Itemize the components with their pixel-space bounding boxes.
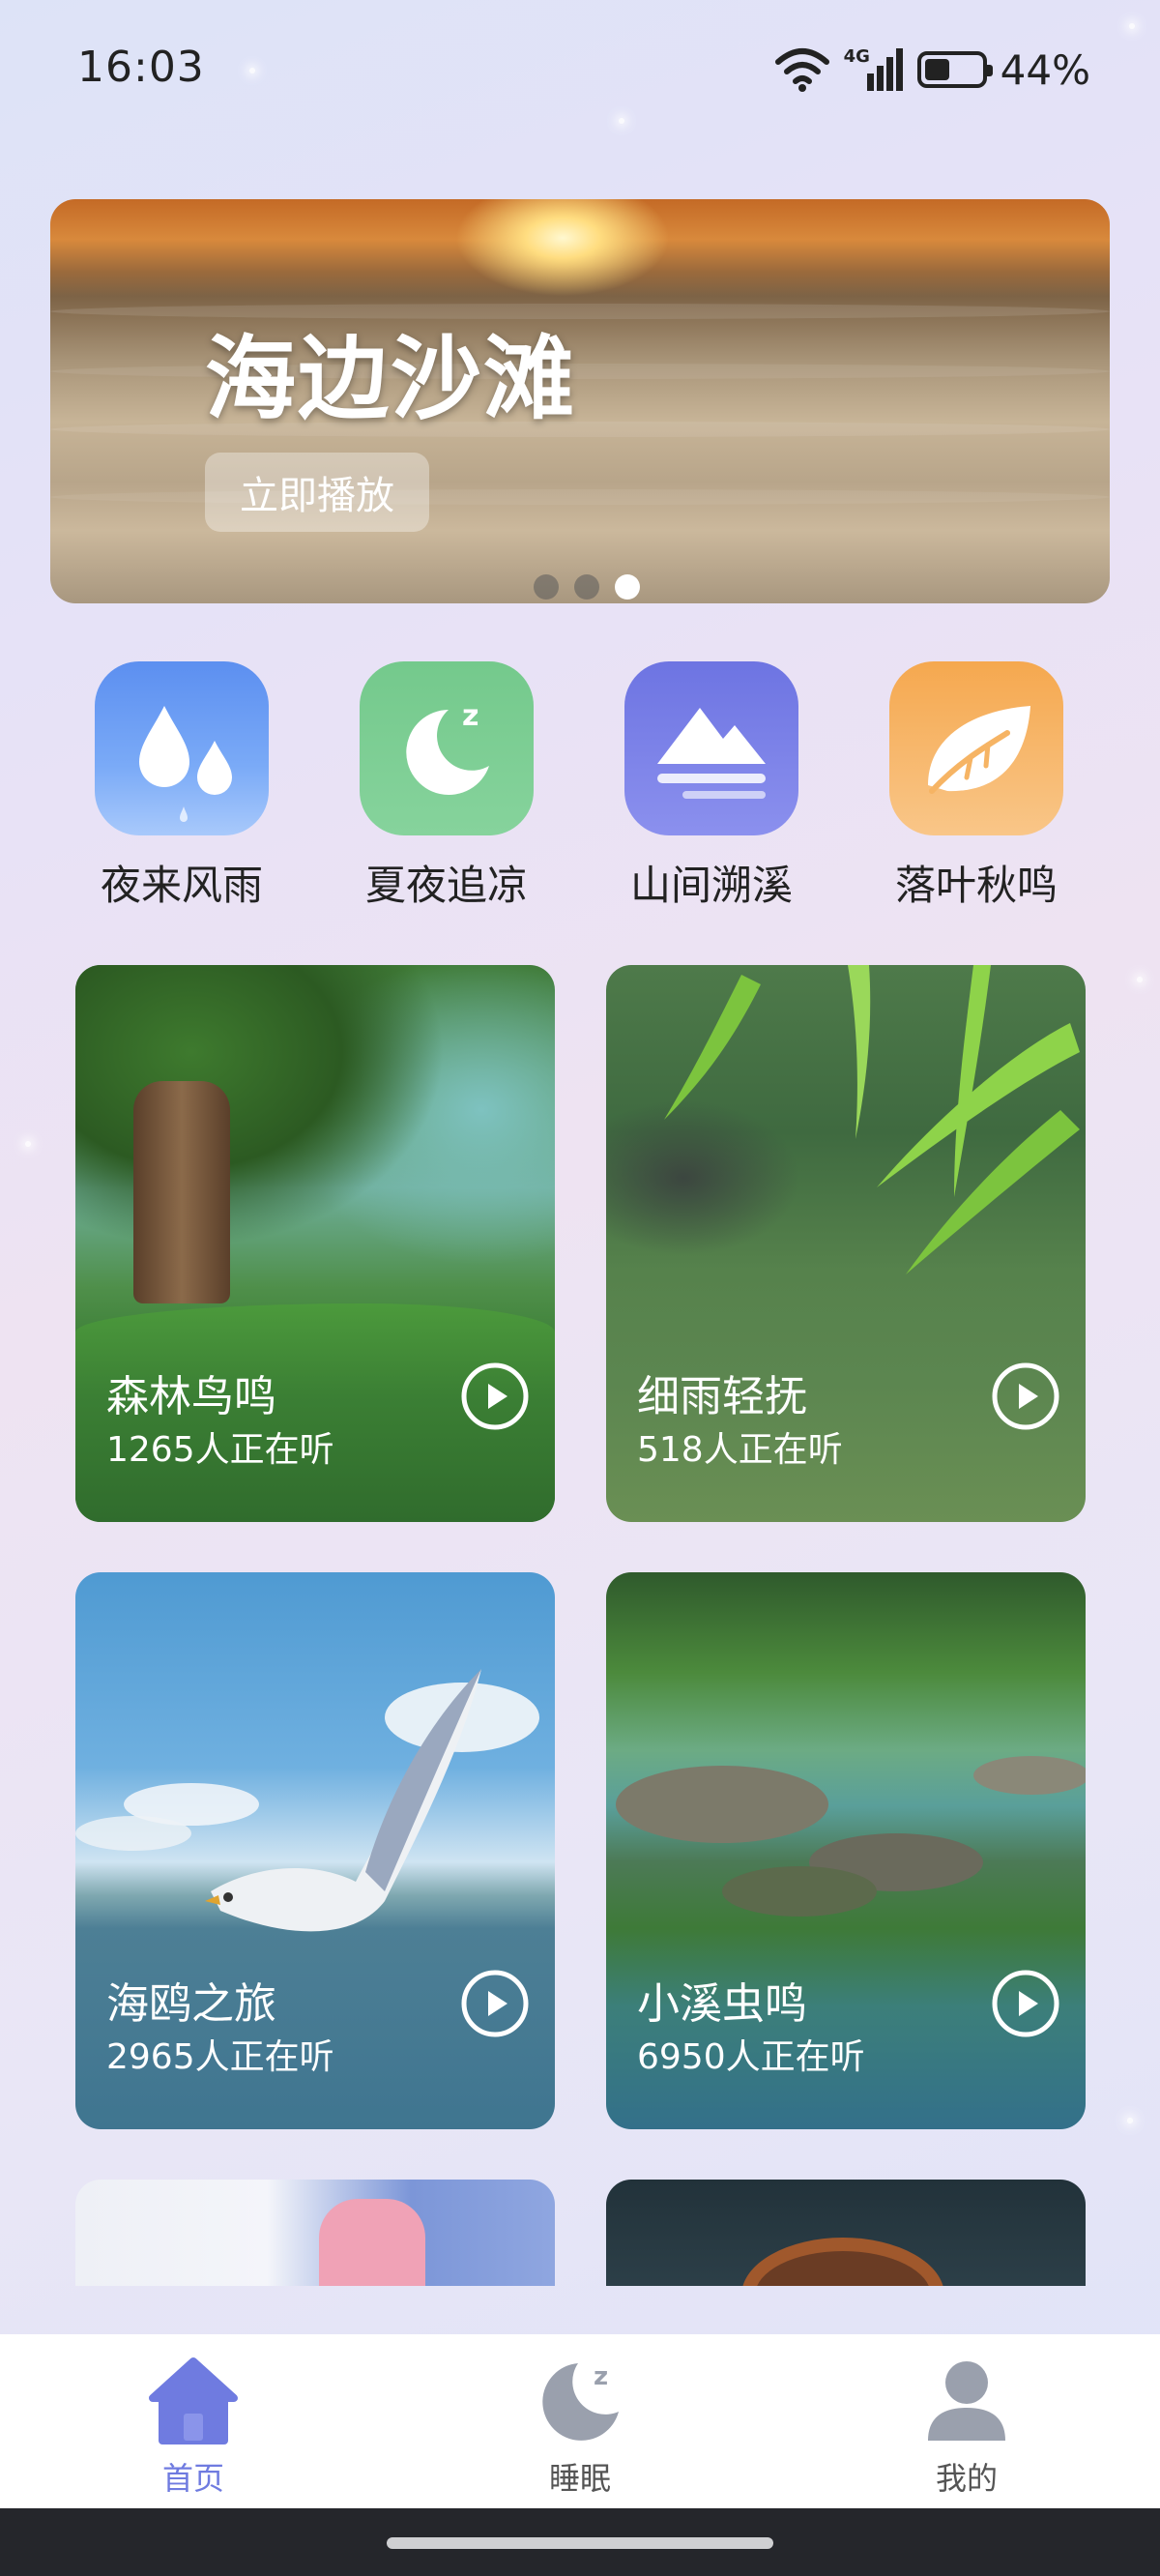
status-icons: 4G 44% [774, 43, 1090, 97]
sparkle [1137, 977, 1143, 982]
tree-trunk [133, 1081, 230, 1303]
hero-banner[interactable]: 海边沙滩 立即播放 [50, 199, 1110, 603]
wifi-icon [774, 48, 829, 92]
home-icon [149, 2357, 238, 2444]
play-icon[interactable] [460, 1969, 530, 2038]
home-indicator[interactable] [387, 2537, 773, 2549]
sound-card-seagull[interactable]: 海鸥之旅 2965人正在听 [75, 1572, 555, 2129]
category-label: 落叶秋鸣 [894, 862, 1058, 909]
svg-text:z: z [594, 2362, 608, 2391]
battery-icon [916, 51, 993, 88]
moon-sleep-icon: z [360, 661, 534, 835]
card-title: 小溪虫鸣 [637, 1979, 807, 2029]
play-icon[interactable] [460, 1361, 530, 1431]
tab-home[interactable]: 首页 [97, 2356, 290, 2499]
category-label: 夜来风雨 [100, 862, 263, 909]
category-rain[interactable]: 夜来风雨 [75, 661, 288, 912]
carousel-indicator [534, 574, 640, 600]
battery-level [924, 59, 949, 80]
sound-card-forest[interactable]: 森林鸟鸣 1265人正在听 [75, 965, 555, 1522]
tab-label: 睡眠 [548, 2460, 611, 2497]
category-autumn-leaves[interactable]: 落叶秋鸣 [870, 661, 1083, 912]
bottom-tab-bar: 首页 z 睡眠 我的 [0, 2334, 1160, 2508]
category-label: 山间溯溪 [629, 862, 793, 909]
status-bar: 16:03 4G 44% [0, 0, 1160, 145]
sparkle [25, 1141, 31, 1147]
status-time: 16:03 [77, 43, 205, 92]
cup-illustration [319, 2199, 425, 2286]
sound-card-stream[interactable]: 小溪虫鸣 6950人正在听 [606, 1572, 1086, 2129]
category-mountain-stream[interactable]: 山间溯溪 [605, 661, 818, 912]
tab-label: 我的 [935, 2460, 998, 2497]
play-now-button[interactable]: 立即播放 [205, 453, 429, 532]
listener-count: 2965人正在听 [106, 2037, 334, 2077]
sound-card-partial[interactable] [606, 2180, 1086, 2286]
carousel-dot-active[interactable] [615, 574, 640, 600]
signal-icon: 4G [844, 46, 904, 93]
play-icon[interactable] [991, 1969, 1060, 2038]
card-title: 海鸥之旅 [106, 1979, 276, 2029]
category-row: 夜来风雨 z 夏夜追凉 山间溯溪 落叶秋鸣 [0, 661, 1160, 913]
listener-count: 1265人正在听 [106, 1430, 334, 1470]
raindrops-icon [95, 661, 269, 835]
category-label: 夏夜追凉 [364, 862, 528, 909]
user-icon [928, 2361, 1005, 2441]
moon-sleep-icon: z [542, 2362, 619, 2441]
leaf-icon [889, 661, 1063, 835]
svg-text:z: z [462, 699, 478, 733]
sparkle [1127, 2118, 1133, 2123]
banner-title: 海边沙滩 [205, 327, 577, 432]
play-icon[interactable] [991, 1361, 1060, 1431]
card-title: 森林鸟鸣 [106, 1372, 276, 1421]
tab-sleep[interactable]: z 睡眠 [483, 2356, 677, 2499]
mountain-icon [624, 661, 798, 835]
listener-count: 6950人正在听 [637, 2037, 865, 2077]
listener-count: 518人正在听 [637, 1430, 843, 1470]
tab-label: 首页 [161, 2460, 224, 2497]
tab-profile[interactable]: 我的 [870, 2356, 1063, 2499]
battery-percent: 44% [1000, 45, 1090, 94]
carousel-dot[interactable] [574, 574, 599, 600]
system-nav-bar [0, 2508, 1160, 2576]
carousel-dot[interactable] [534, 574, 559, 600]
category-summer-night[interactable]: z 夏夜追凉 [340, 661, 553, 912]
sound-card-rain[interactable]: 细雨轻抚 518人正在听 [606, 965, 1086, 1522]
card-title: 细雨轻抚 [637, 1372, 807, 1421]
sound-card-partial[interactable] [75, 2180, 555, 2286]
